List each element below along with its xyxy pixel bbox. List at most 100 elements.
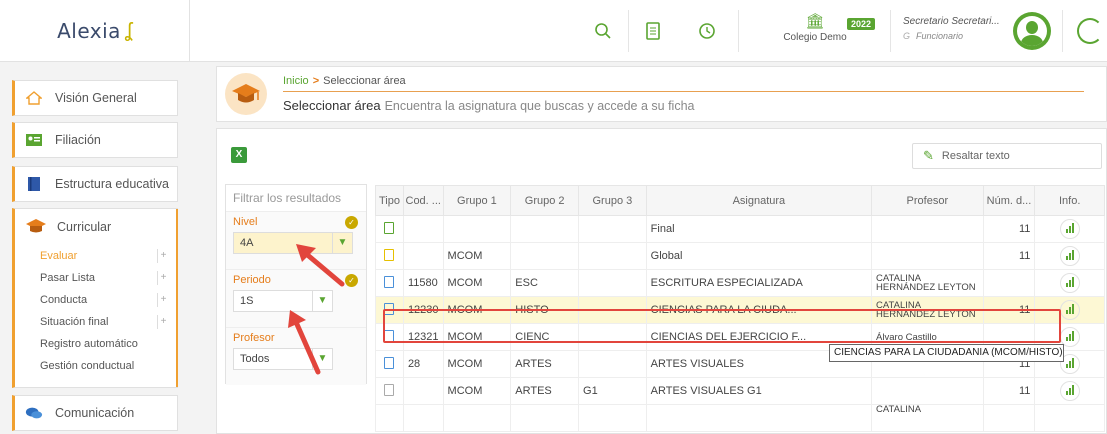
cell-g3 — [578, 242, 647, 270]
search-icon[interactable] — [586, 14, 620, 48]
column-header[interactable]: Tipo — [375, 185, 404, 216]
bar-chart-icon[interactable] — [1059, 219, 1080, 239]
tooltip: CIENCIAS PARA LA CIUDADANIA (MCOM/HISTO) — [829, 344, 1064, 362]
cell-g2: ESC — [510, 269, 580, 297]
cell-g3 — [578, 269, 647, 297]
document-type-icon — [384, 221, 395, 234]
chevron-down-icon: ▼ — [332, 233, 352, 253]
column-header[interactable]: Grupo 1 — [442, 185, 512, 216]
column-header[interactable]: Profesor — [871, 185, 984, 216]
highlight-label: Resaltar texto — [941, 150, 1010, 162]
cell — [1034, 404, 1105, 432]
table-row[interactable]: MCOM Global 11 — [375, 242, 1105, 270]
column-header[interactable]: Info. — [1034, 185, 1105, 216]
avatar[interactable] — [1013, 12, 1051, 50]
subitem-gestion-conductual[interactable]: Gestión conductual — [15, 355, 177, 377]
home-icon — [25, 89, 43, 107]
cell-asig: ARTES VISUALES G1 — [645, 377, 873, 405]
bar-chart-icon[interactable] — [1059, 273, 1080, 293]
document-type-icon — [384, 248, 395, 261]
logo-mark-icon: ʆ — [124, 19, 132, 42]
sidebar-item-label: Estructura educativa — [55, 177, 169, 191]
cell-g1: MCOM — [442, 242, 512, 270]
history-icon[interactable] — [690, 14, 724, 48]
subitem-evaluar[interactable]: Evaluar + — [15, 245, 177, 267]
periodo-select[interactable]: 1S ▼ — [233, 290, 333, 312]
sidebar-item-label: Curricular — [57, 220, 112, 234]
logout-icon[interactable] — [1077, 18, 1103, 44]
filter-periodo: Periodo ✓ 1S ▼ — [226, 269, 366, 327]
info-cell — [1034, 215, 1105, 243]
sidebar-item-comunicacion[interactable]: Comunicación — [12, 395, 178, 431]
cell-g3 — [578, 215, 647, 243]
cell: CATALINA — [871, 404, 984, 432]
expand-button[interactable]: + — [157, 315, 169, 329]
page-subtitle: Encuentra la asignatura que buscas y acc… — [384, 99, 695, 113]
cell-g1: MCOM — [442, 350, 512, 378]
sidebar-item-label: Visión General — [55, 91, 137, 105]
table-row[interactable]: CATALINA — [375, 404, 1105, 432]
cell-asig: ESCRITURA ESPECIALIZADA — [645, 269, 873, 297]
expand-button[interactable]: + — [157, 293, 169, 307]
column-header[interactable]: Cod. ... — [402, 185, 444, 216]
bar-chart-icon[interactable] — [1059, 381, 1080, 401]
cell — [510, 404, 580, 432]
cell-cod — [402, 215, 444, 243]
subitem-conducta[interactable]: Conducta + — [15, 289, 177, 311]
logo[interactable]: Alexia ʆ — [0, 0, 190, 62]
expand-button[interactable]: + — [157, 249, 169, 263]
subitem-registro-automatico[interactable]: Registro automático — [15, 333, 177, 355]
sidebar-item-label: Comunicación — [55, 406, 135, 420]
sidebar-item-vision-general[interactable]: Visión General — [12, 80, 178, 116]
cell-num — [982, 269, 1036, 297]
highlight-text-button[interactable]: ✎ Resaltar texto — [912, 143, 1102, 169]
column-header[interactable]: Grupo 2 — [510, 185, 580, 216]
cell — [375, 404, 404, 432]
expand-button[interactable]: + — [157, 271, 169, 285]
sidebar-item-filiacion[interactable]: Filiación — [12, 122, 178, 158]
logo-text: Alexia — [57, 19, 121, 43]
table-row[interactable]: 11580 MCOM ESC ESCRITURA ESPECIALIZADA CATAL… — [375, 269, 1105, 297]
breadcrumb-home-link[interactable]: Inicio — [283, 75, 309, 87]
table-row[interactable]: Final 11 — [375, 215, 1105, 243]
cell-prof — [871, 242, 984, 270]
bar-chart-icon[interactable] — [1059, 246, 1080, 266]
pen-icon: ✎ — [923, 148, 934, 163]
document-icon[interactable] — [636, 14, 670, 48]
profesor-value: Todos — [240, 353, 270, 365]
subitem-situacion-final[interactable]: Situación final + — [15, 311, 177, 333]
column-header[interactable]: Núm. d... — [982, 185, 1036, 216]
year-badge: 2022 — [847, 18, 876, 30]
user-info[interactable]: Secretario Secretari... G Funcionario — [903, 16, 1003, 41]
cell-prof — [871, 377, 984, 405]
sidebar-item-curricular[interactable]: Curricular — [15, 209, 177, 245]
cell-g1 — [442, 215, 512, 243]
id-card-icon — [25, 131, 43, 149]
sidebar-item-label: Filiación — [55, 133, 101, 147]
colegio-name: Colegio Demo — [783, 32, 847, 43]
type-cell — [375, 215, 404, 243]
type-cell — [375, 269, 404, 297]
document-type-icon — [384, 275, 395, 288]
document-type-icon — [384, 356, 395, 369]
breadcrumb: Inicio > Seleccionar área — [283, 75, 406, 87]
bar-chart-icon[interactable] — [1059, 300, 1080, 320]
subitem-label: Gestión conductual — [40, 360, 135, 372]
subitem-pasar-lista[interactable]: Pasar Lista + — [15, 267, 177, 289]
check-icon: ✓ — [345, 274, 358, 287]
column-header[interactable]: Asignatura — [645, 185, 873, 216]
profesor-select[interactable]: Todos ▼ — [233, 348, 333, 370]
excel-export-icon[interactable]: X — [231, 147, 247, 163]
sidebar-item-estructura[interactable]: Estructura educativa — [12, 166, 178, 202]
column-header[interactable]: Grupo 3 — [578, 185, 647, 216]
subitem-label: Conducta — [40, 294, 88, 306]
table-row[interactable]: MCOM ARTES G1 ARTES VISUALES G1 11 — [375, 377, 1105, 405]
nivel-value: 4A — [240, 237, 254, 249]
main-panel: X ✎ Resaltar texto Filtrar los resultado… — [216, 128, 1107, 434]
nivel-select[interactable]: 4A ▼ — [233, 232, 353, 254]
user-prefix: G — [903, 31, 911, 41]
filter-nivel: Nivel ✓ 4A ▼ — [226, 211, 366, 269]
table-header-row: Tipo Cod. ... Grupo 1 Grupo 2 Grupo 3 As… — [375, 185, 1105, 216]
info-cell — [1034, 242, 1105, 270]
subitem-label: Evaluar — [40, 250, 78, 262]
